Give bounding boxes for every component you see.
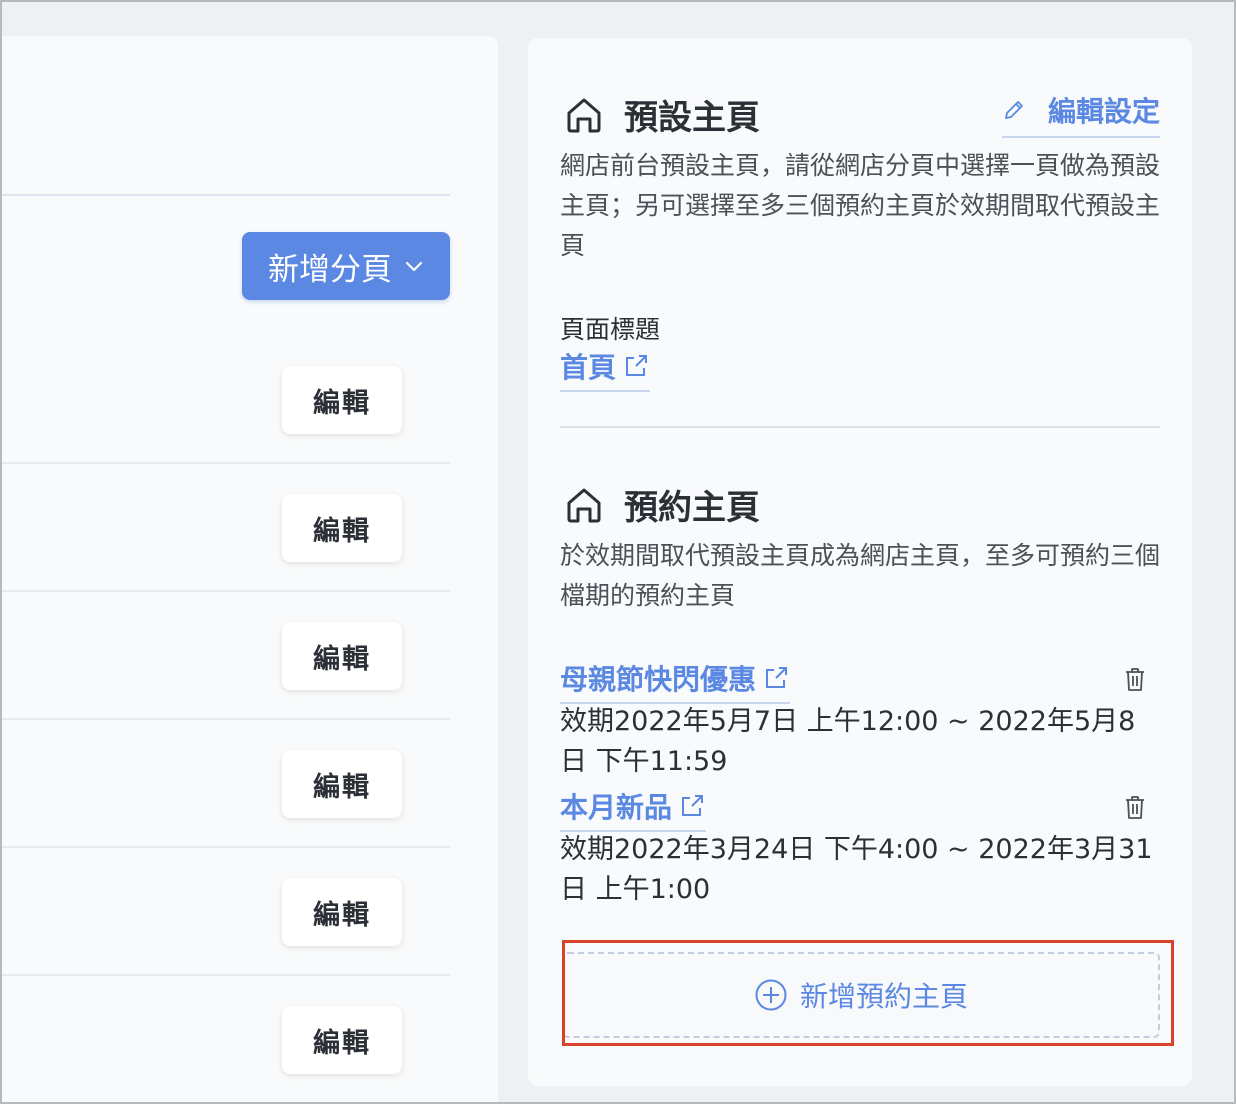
add-page-label: 新增分頁 [268, 251, 392, 288]
default-home-title: 預設主頁 [624, 98, 760, 138]
page-row: 編輯 [0, 848, 450, 976]
edit-button[interactable]: 編輯 [282, 494, 402, 562]
scheduled-home-title: 預約主頁 [624, 488, 760, 528]
home-icon [567, 98, 601, 132]
edit-button[interactable]: 編輯 [282, 1006, 402, 1074]
scheduled-home-description: 於效期間取代預設主頁成為網店主頁，至多可預約三個檔期的預約主頁 [560, 541, 1161, 610]
edit-button[interactable]: 編輯 [282, 366, 402, 434]
divider [560, 426, 1160, 428]
home-icon [567, 488, 601, 522]
add-page-button[interactable]: 新增分頁 [242, 232, 450, 300]
scheduled-home-name: 本月新品 [560, 791, 673, 824]
default-home-page-link[interactable]: 首頁 [560, 346, 651, 392]
external-link-icon [626, 355, 648, 376]
scheduled-home-heading: 預約主頁 [564, 480, 760, 529]
page-row: 編輯 [0, 336, 450, 464]
page-row: 編輯 [0, 464, 450, 592]
trash-icon[interactable] [1124, 666, 1146, 692]
scheduled-home-link[interactable]: 母親節快閃優惠 [560, 658, 791, 704]
external-link-icon [682, 795, 704, 816]
edit-button[interactable]: 編輯 [282, 622, 402, 690]
scheduled-period: 效期2022年3月24日 下午4:00 ~ 2022年3月31日 上午1:00 [560, 834, 1153, 905]
page-row: 編輯 [0, 976, 450, 1104]
divider [0, 194, 450, 196]
edit-settings-label: 編輯設定 [1047, 95, 1160, 128]
edit-button[interactable]: 編輯 [282, 878, 402, 946]
default-home-heading: 預設主頁 [564, 90, 760, 139]
scheduled-home-name: 母親節快閃優惠 [560, 663, 757, 696]
external-link-icon [766, 667, 788, 688]
plus-circle-icon [755, 979, 787, 1011]
homepage-settings-panel: 預設主頁 編輯設定 網店前台預設主頁，請從網店分頁中選擇一頁做為預設主頁；另可選… [528, 38, 1192, 1086]
page-row: 編輯 [0, 720, 450, 848]
default-home-page-name: 首頁 [560, 351, 617, 384]
add-scheduled-home-button[interactable]: 新增預約主頁 [562, 952, 1160, 1038]
add-scheduled-home-label: 新增預約主頁 [799, 980, 968, 1013]
trash-icon[interactable] [1124, 794, 1146, 820]
edit-button[interactable]: 編輯 [282, 750, 402, 818]
chevron-down-icon [405, 261, 423, 272]
page-row: 編輯 [0, 592, 450, 720]
page-title-label: 頁面標題 [560, 315, 661, 344]
page-list-panel: 新增分頁 編輯 編輯 編輯 編輯 編輯 編輯 [0, 36, 498, 1104]
default-home-description: 網店前台預設主頁，請從網店分頁中選擇一頁做為預設主頁；另可選擇至多三個預約主頁於… [560, 151, 1161, 260]
scheduled-home-link[interactable]: 本月新品 [560, 786, 707, 832]
scheduled-period: 效期2022年5月7日 上午12:00 ~ 2022年5月8日 下午11:59 [560, 706, 1136, 777]
edit-settings-link[interactable]: 編輯設定 [1001, 90, 1160, 138]
pencil-icon [1005, 101, 1023, 119]
